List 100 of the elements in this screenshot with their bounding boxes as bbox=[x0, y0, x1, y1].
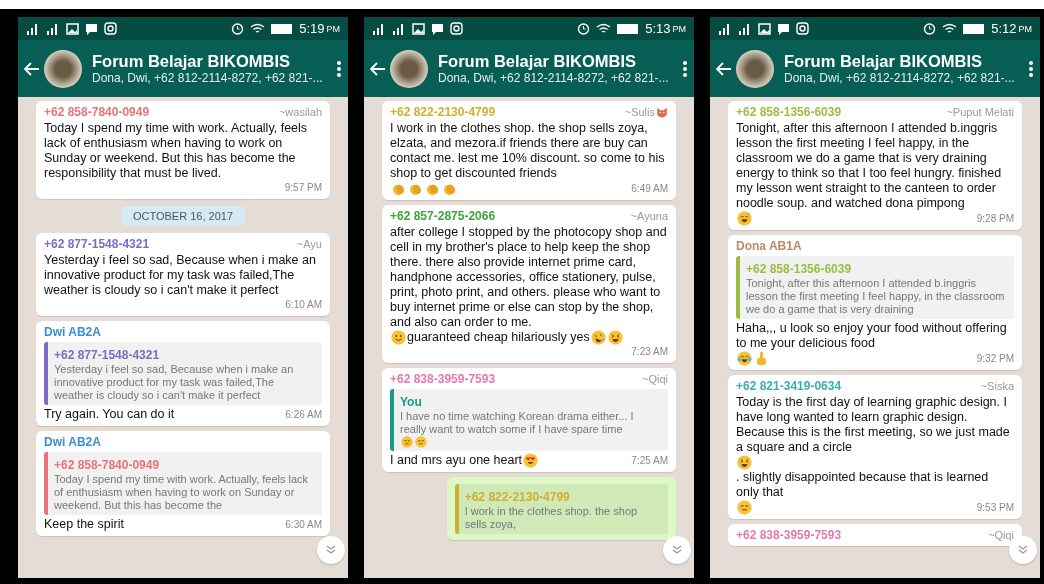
sender-name: +62 877-1548-4321 bbox=[44, 237, 150, 251]
status-time: 5:12 bbox=[991, 21, 1017, 36]
sender-name: +62 857-2875-2066 bbox=[390, 209, 496, 223]
quoted-sender: +62 858-1356-6039 bbox=[746, 262, 852, 276]
sender-name: +62 858-1356-6039 bbox=[736, 105, 842, 119]
group-avatar-photo[interactable] bbox=[44, 49, 82, 88]
sender-name: +62 822-2130-4799 bbox=[390, 105, 496, 119]
battery-icon bbox=[617, 23, 640, 34]
group-title[interactable]: Forum Belajar BIKOMBIS bbox=[92, 52, 332, 71]
wifi-icon bbox=[596, 22, 612, 35]
message-time: 6:49 AM bbox=[630, 182, 668, 196]
image-icon bbox=[66, 22, 79, 35]
emoji-face-icon bbox=[737, 455, 752, 470]
menu-icon[interactable] bbox=[1028, 59, 1034, 78]
sender-alias: ~Puput Melati bbox=[946, 106, 1014, 118]
double-chevron-icon bbox=[672, 545, 682, 555]
emoji-face-icon bbox=[590, 330, 606, 345]
message-text: Yesterday i feel so sad, Because when i make an innovative product for my task was failed,The weather is cloudy so i can't make it perfect bbox=[54, 363, 295, 402]
quoted-message[interactable]: +62 877-1548-4321 Yesterday i feel so sad, Because when i make an innovative product for my task was failed,The weather is cloudy so i can't make it perfect bbox=[44, 342, 322, 405]
quoted-message[interactable]: +62 858-7840-0949 Today I spend my time with work. Actually, feels lack of enthusiasm when having to work on Sunday or weekend. But this has become the bbox=[44, 452, 322, 515]
message-text: Today I spend my time with work. Actually, feels lack of enthusiasm when having to work on Sunday or weekend. But this has become the bbox=[54, 473, 310, 512]
chat-icon bbox=[85, 22, 98, 35]
group-members: Dona, Dwi, +62 812-2114-8272, +62 821-... bbox=[438, 71, 670, 85]
sender-name: Dwi AB2A bbox=[44, 325, 101, 339]
quoted-sender: +62 877-1548-4321 bbox=[54, 348, 160, 362]
message-time: 9:53 PM bbox=[975, 501, 1014, 515]
camera-icon bbox=[104, 22, 117, 35]
message-time: 9:57 PM bbox=[283, 181, 322, 195]
sender-alias: ~Sulis bbox=[624, 106, 655, 118]
message-text: after college I stopped by the photocopy shop and cell in my brother's place to help keep the shop there. there also provide internet prime card, handphone accessories, office stationery, pulse, print, photo print, and others. please who want to buy internet prime or else can stop by the shop, and also can order to me. bbox=[390, 225, 668, 330]
signal-bars-icon bbox=[738, 22, 752, 35]
signal-bars-icon bbox=[372, 22, 386, 35]
emoji-face-icon bbox=[737, 211, 752, 226]
quoted-message[interactable]: +62 822-2130-4799 I work in the clothes shop. the shop sells zoya, bbox=[454, 484, 668, 534]
emoji-face-icon bbox=[737, 500, 752, 515]
double-chevron-icon bbox=[326, 545, 336, 555]
group-avatar-photo[interactable] bbox=[736, 49, 774, 88]
menu-icon[interactable] bbox=[682, 59, 688, 78]
signal-bars-icon bbox=[392, 22, 406, 35]
chat-icon bbox=[431, 22, 444, 35]
date-divider: OCTOBER 16, 2017 bbox=[120, 206, 246, 226]
sender-name: +62 838-3959-7593 bbox=[390, 372, 496, 386]
message-time: 7:23 AM bbox=[630, 345, 668, 359]
group-title[interactable]: Forum Belajar BIKOMBIS bbox=[784, 52, 1024, 71]
message-text: I and mrs ayu one heart bbox=[390, 453, 523, 468]
back-arrow-icon bbox=[716, 61, 732, 76]
sender-alias: ~wasilah bbox=[278, 106, 322, 118]
signal-bars-icon bbox=[46, 22, 60, 35]
sender-alias: ~Siska bbox=[980, 380, 1014, 392]
message-time: 6:10 AM bbox=[284, 298, 322, 312]
emoji-face-icon bbox=[391, 330, 406, 345]
message-text: guaranteed cheap hilariously yes bbox=[407, 330, 590, 345]
sender-alias: ~Ayuna bbox=[630, 210, 668, 222]
alarm-clock-icon bbox=[577, 22, 591, 35]
sender-name: +62 821-3419-0634 bbox=[736, 379, 842, 393]
sender-alias: ~Qiqi bbox=[988, 529, 1014, 541]
quoted-sender: +62 822-2130-4799 bbox=[464, 490, 570, 504]
image-icon bbox=[758, 22, 771, 35]
message-time: 9:28 PM bbox=[975, 212, 1014, 226]
sender-alias: ~Qiqi bbox=[642, 373, 668, 385]
quoted-message[interactable]: You I have no time watching Korean drama either... I really want to watch some if I have spare time bbox=[390, 389, 668, 451]
group-members: Dona, Dwi, +62 812-2114-8272, +62 821-... bbox=[92, 71, 324, 85]
message-text: Try again. You can do it bbox=[44, 407, 175, 422]
emoji-face-icon bbox=[607, 330, 623, 345]
message-text: Haha,,, u look so enjoy your food without offering to me your delicious food bbox=[736, 321, 1008, 351]
alarm-clock-icon bbox=[231, 22, 245, 35]
sender-name: +62 858-7840-0949 bbox=[44, 105, 150, 119]
double-chevron-icon bbox=[1018, 545, 1028, 555]
status-time: 5:13 bbox=[645, 21, 671, 36]
message-text: Today I spend my time with work. Actually, feels lack of enthusiasm when having to work on Sunday or weekend. But this has become the responsibility that must be lived. bbox=[44, 121, 309, 181]
back-button[interactable] bbox=[24, 61, 40, 76]
message-text: Keep the spirit bbox=[44, 517, 124, 532]
back-button[interactable] bbox=[716, 61, 732, 76]
message-time: 9:32 PM bbox=[975, 352, 1014, 366]
message-text: I work in the clothes shop. the shop sells zoya, elzata, and mezora.if friends there are buy can contact me. lest me 10% discount. so come to his shop to get discounted friends bbox=[390, 121, 666, 181]
group-members: Dona, Dwi, +62 812-2114-8272, +62 821-... bbox=[784, 71, 1016, 85]
group-title[interactable]: Forum Belajar BIKOMBIS bbox=[438, 52, 678, 71]
image-icon bbox=[412, 22, 425, 35]
status-time-period: PM bbox=[672, 23, 686, 34]
message-time: 7:25 AM bbox=[630, 454, 668, 468]
sender-name: +62 838-3959-7593 bbox=[736, 528, 842, 542]
message-time: 6:26 AM bbox=[284, 408, 322, 422]
group-avatar-photo[interactable] bbox=[390, 49, 428, 88]
back-arrow-icon bbox=[370, 61, 386, 76]
emoji-face-icon bbox=[401, 436, 413, 448]
back-arrow-icon bbox=[24, 61, 40, 76]
battery-icon bbox=[271, 23, 294, 34]
quoted-message[interactable]: +62 858-1356-6039 Tonight, after this afternoon I attended b.inggris lesson the first meeting I feel happy, in the classroom we do a game that is very draining bbox=[736, 256, 1014, 319]
sender-name: Dona AB1A bbox=[736, 239, 802, 253]
message-text: Yesterday i feel so sad, Because when i make an innovative product for my task was failed,The weather is cloudy so i can't make it perfect bbox=[44, 253, 317, 298]
menu-icon[interactable] bbox=[336, 59, 342, 78]
message-text: Tonight, after this afternoon I attended b.inggris lesson the first meeting I feel happy, in the classroom we do a game that is very draining energy to think so that I too feel hungry. finished my lesson went straight to the canteen to order noodle soup. and watched dona pimpong bbox=[736, 121, 1003, 211]
sender-name: Dwi AB2A bbox=[44, 435, 101, 449]
status-time-period: PM bbox=[1018, 23, 1032, 34]
sender-alias: ~Ayu bbox=[296, 238, 322, 250]
message-text: I have no time watching Korean drama either... I really want to watch some if I have spare time bbox=[400, 410, 635, 436]
back-button[interactable] bbox=[370, 61, 386, 76]
chat-icon bbox=[777, 22, 790, 35]
wifi-icon bbox=[250, 22, 266, 35]
alarm-clock-icon bbox=[923, 22, 937, 35]
